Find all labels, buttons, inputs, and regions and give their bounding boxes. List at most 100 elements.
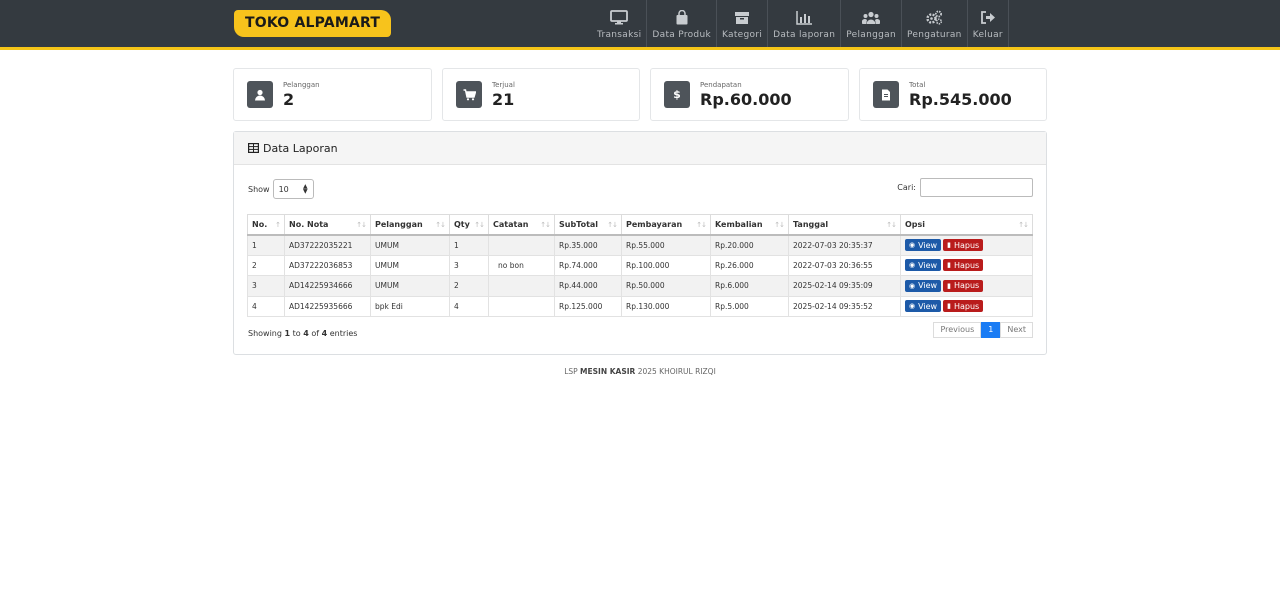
delete-button[interactable]: ▮ Hapus (943, 259, 984, 272)
table-icon (248, 143, 259, 153)
cell-nota: AD14225935666 (284, 295, 371, 317)
column-header-catatan[interactable]: Catatan ↑↓ (488, 214, 555, 236)
nav-label: Pengaturan (906, 30, 962, 40)
nav-item-kategori[interactable]: Kategori (717, 0, 769, 47)
cell-kembalian: Rp.6.000 (710, 275, 789, 297)
nav-label: Data laporan (773, 30, 836, 40)
nav-item-keluar[interactable]: Keluar (968, 0, 1009, 47)
pagination-next[interactable]: Next (1000, 322, 1033, 338)
trash-icon: ▮ (947, 241, 951, 249)
column-header-tanggal[interactable]: Tanggal ↑↓ (788, 214, 901, 236)
nav-item-pengaturan[interactable]: Pengaturan (902, 0, 968, 47)
stat-label: Total (909, 81, 926, 89)
footer-prefix: LSP (564, 367, 578, 376)
search-label: Cari: (897, 183, 916, 192)
search-input[interactable] (920, 178, 1033, 197)
cell-opsi: ◉ View ▮ Hapus (900, 254, 1033, 276)
table-row: 2 AD37222036853 UMUM 3 no bon Rp.74.000 … (247, 254, 1033, 276)
view-button[interactable]: ◉ View (905, 239, 942, 251)
column-header-qty[interactable]: Qty ↑↓ (449, 214, 489, 236)
nav-label: Pelanggan (846, 30, 896, 40)
report-table: No. ↑ No. Nota ↑↓ Pelanggan ↑↓ Qty ↑↓ Catata… (247, 214, 1033, 317)
cell-subtotal: Rp.125.000 (554, 295, 622, 317)
column-header-no-nota[interactable]: No. Nota ↑↓ (284, 214, 371, 236)
eye-icon: ◉ (909, 241, 916, 249)
cell-tanggal: 2025-02-14 09:35:09 (788, 275, 901, 297)
document-icon (873, 81, 899, 108)
table-row: 4 AD14225935666 bpk Edi 4 Rp.125.000 Rp.… (247, 295, 1033, 317)
user-icon (247, 81, 273, 108)
view-button[interactable]: ◉ View (905, 259, 942, 272)
cell-qty: 1 (449, 234, 489, 256)
table-header-row: No. ↑ No. Nota ↑↓ Pelanggan ↑↓ Qty ↑↓ Catata… (247, 214, 1033, 236)
gears-icon (926, 10, 943, 25)
column-header-subtotal[interactable]: SubTotal ↑↓ (554, 214, 622, 236)
cell-no: 4 (247, 295, 285, 317)
panel-header: Data Laporan (234, 132, 1046, 165)
stat-card-pelanggan: Pelanggan 2 (233, 68, 432, 121)
cell-nota: AD14225934666 (284, 275, 371, 297)
cell-catatan (488, 234, 555, 256)
nav-item-data-produk[interactable]: Data Produk (647, 0, 717, 47)
shopping-bag-icon (676, 10, 688, 25)
column-header-pembayaran[interactable]: Pembayaran ↑↓ (621, 214, 711, 236)
stat-value: 21 (492, 90, 515, 109)
cell-nota: AD37222035221 (284, 234, 371, 256)
pagination-page-1[interactable]: 1 (981, 322, 1001, 338)
nav-item-transaksi[interactable]: Transaksi (592, 0, 648, 47)
cell-pembayaran: Rp.100.000 (621, 254, 711, 276)
nav-item-data-laporan[interactable]: Data laporan (768, 0, 842, 47)
cell-kembalian: Rp.20.000 (710, 234, 789, 256)
nav-label: Transaksi (597, 30, 642, 40)
column-header-no[interactable]: No. ↑ (247, 214, 285, 236)
select-arrows-icon: ▲ ▼ (302, 183, 308, 195)
cell-subtotal: Rp.35.000 (554, 234, 622, 256)
delete-button[interactable]: ▮ Hapus (943, 279, 984, 292)
cell-tanggal: 2022-07-03 20:35:37 (788, 234, 901, 256)
brand-logo[interactable]: TOKO ALPAMART (234, 10, 392, 37)
eye-icon: ◉ (909, 302, 916, 311)
bar-chart-icon (796, 11, 813, 25)
cell-no: 1 (247, 234, 285, 256)
trash-icon: ▮ (947, 281, 951, 290)
nav-item-pelanggan[interactable]: Pelanggan (841, 0, 902, 47)
view-button[interactable]: ◉ View (905, 279, 942, 292)
delete-button[interactable]: ▮ Hapus (943, 300, 984, 313)
column-header-opsi[interactable]: Opsi ↑↓ (900, 214, 1033, 236)
box-icon (735, 12, 750, 24)
column-header-kembalian[interactable]: Kembalian ↑↓ (710, 214, 789, 236)
cell-qty: 3 (449, 254, 489, 276)
pagination-previous[interactable]: Previous (933, 322, 982, 338)
delete-button[interactable]: ▮ Hapus (943, 239, 984, 251)
trash-icon: ▮ (947, 261, 951, 270)
column-header-pelanggan[interactable]: Pelanggan ↑↓ (370, 214, 450, 236)
cell-subtotal: Rp.74.000 (554, 254, 622, 276)
cell-pelanggan: UMUM (370, 275, 450, 297)
users-icon (862, 11, 881, 24)
cell-opsi: ◉ View ▮ Hapus (900, 275, 1033, 297)
cell-subtotal: Rp.44.000 (554, 275, 622, 297)
stat-card-terjual: Terjual 21 (442, 68, 640, 121)
cell-no: 2 (247, 254, 285, 276)
cell-catatan (488, 275, 555, 297)
footer-suffix: 2025 KHOIRUL RIZQI (637, 367, 716, 376)
show-label: Show (248, 184, 270, 194)
stat-label: Pendapatan (700, 81, 742, 89)
footer-app-name: MESIN KASIR (580, 367, 636, 376)
eye-icon: ◉ (909, 281, 916, 290)
cell-pembayaran: Rp.55.000 (621, 234, 711, 256)
stat-label: Terjual (492, 81, 515, 89)
cell-catatan: no bon (488, 254, 555, 276)
cell-pelanggan: UMUM (370, 254, 450, 276)
cell-pembayaran: Rp.50.000 (621, 275, 711, 297)
main-nav: Transaksi Data Produk Kategori Data lapo… (592, 0, 1009, 47)
entries-select-value: 10 (278, 184, 289, 194)
cell-qty: 4 (449, 295, 489, 317)
entries-select[interactable]: 10 ▲ ▼ (272, 179, 314, 199)
pagination: Previous 1 Next (933, 322, 1033, 338)
table-row: 1 AD37222035221 UMUM 1 Rp.35.000 Rp.55.0… (247, 234, 1033, 256)
view-button[interactable]: ◉ View (905, 300, 942, 313)
cell-catatan (488, 295, 555, 317)
table-info: Showing 1 to 4 of 4 entries (248, 329, 358, 338)
cell-no: 3 (247, 275, 285, 297)
